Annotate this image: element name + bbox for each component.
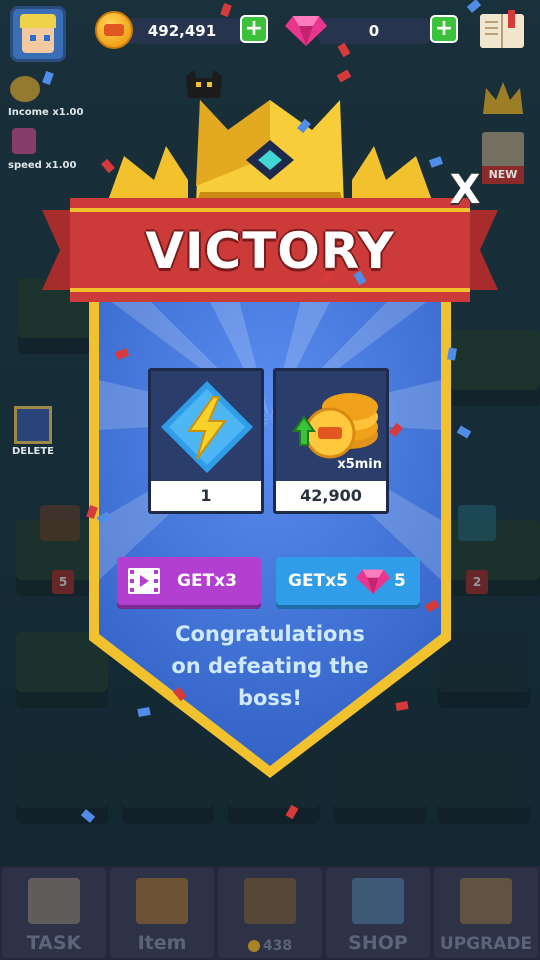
- add-gems-button[interactable]: +: [430, 15, 458, 43]
- unit-icon: [244, 878, 296, 924]
- add-coins-button[interactable]: +: [240, 15, 268, 43]
- lightning-icon: [161, 381, 253, 473]
- bottom-nav: TASK Item 438 SHOP UPGRADE: [0, 866, 540, 960]
- get-x3-label: GETx3: [177, 571, 237, 591]
- gem-balance-bar: 0: [318, 18, 430, 44]
- nav-buy-unit[interactable]: 438: [218, 868, 322, 958]
- nav-task-label: TASK: [26, 932, 82, 954]
- income-multiplier: Income x1.00: [8, 107, 84, 118]
- get-x5-gem-button[interactable]: GETx5 5: [276, 557, 420, 605]
- reward-card-energy: 1: [148, 368, 264, 514]
- nav-task[interactable]: TASK: [2, 868, 106, 958]
- coin-icon: [247, 940, 260, 952]
- get-x5-label: GETx5: [288, 571, 348, 591]
- player-avatar[interactable]: [10, 6, 66, 62]
- reward-coins-multiplier: x5min: [337, 457, 382, 472]
- gem-balance: 0: [368, 22, 380, 40]
- video-icon: [128, 568, 160, 594]
- speed-multiplier: speed x1.00: [8, 160, 77, 171]
- shopkeeper-icon: [352, 878, 404, 924]
- nav-buy-unit-price: 438: [218, 938, 322, 954]
- speed-boost-icon: [12, 128, 36, 154]
- reward-energy-value: 1: [151, 481, 261, 511]
- nav-upgrade-label: UPGRADE: [439, 934, 533, 954]
- gem-icon: [356, 569, 390, 594]
- task-board-icon: [28, 878, 80, 924]
- income-coin-icon: [10, 76, 40, 102]
- book-icon[interactable]: [478, 8, 526, 52]
- coin-icon: [95, 11, 133, 49]
- reward-card-coins: x5min 42,900: [273, 368, 389, 514]
- victory-message-line: Congratulations: [175, 622, 365, 646]
- new-badge: NEW: [482, 166, 524, 184]
- delete-label: DELETE: [12, 446, 54, 457]
- coin-stack-icon: [292, 393, 378, 459]
- crown-decoration: [106, 100, 434, 206]
- reward-coins-value: 42,900: [276, 481, 386, 511]
- nav-item-label: Item: [137, 932, 187, 954]
- victory-message-line: on defeating the: [171, 654, 369, 678]
- shield-sword-icon: [136, 878, 188, 924]
- nav-upgrade[interactable]: UPGRADE: [434, 868, 538, 958]
- coin-balance-bar: 492,491: [122, 18, 242, 44]
- close-button[interactable]: X: [446, 168, 484, 212]
- nav-shop-label: SHOP: [348, 932, 408, 954]
- get-x3-video-button[interactable]: GETx3: [117, 557, 261, 605]
- coin-balance: 492,491: [147, 22, 217, 40]
- trash-bin-icon[interactable]: [14, 406, 52, 444]
- gem-icon: [285, 16, 327, 46]
- upgrade-icon: [460, 878, 512, 924]
- victory-title: VICTORY: [145, 222, 395, 280]
- nav-item[interactable]: Item: [110, 868, 214, 958]
- get-x5-gem-cost: 5: [394, 571, 406, 591]
- nav-shop[interactable]: SHOP: [326, 868, 430, 958]
- crown-icon[interactable]: [480, 78, 526, 118]
